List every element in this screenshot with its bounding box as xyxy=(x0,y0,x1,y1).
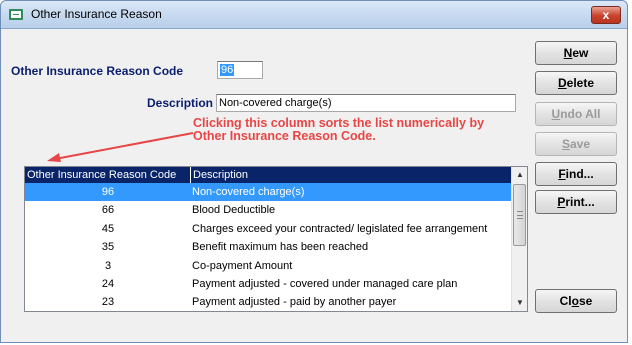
cell-reason-code: 23 xyxy=(101,296,115,309)
grid-header: Other Insurance Reason Code Description xyxy=(25,167,512,183)
cell-reason-code: 96 xyxy=(101,186,115,198)
reason-code-input[interactable]: 96 xyxy=(217,61,263,79)
description-input[interactable]: Non-covered charge(s) xyxy=(216,94,516,112)
cell-reason-code: 35 xyxy=(101,241,115,254)
table-row[interactable]: 66 Blood Deductible xyxy=(25,201,512,219)
table-row[interactable]: 24 Payment adjusted - covered under manag… xyxy=(25,275,512,293)
annotation-arrow-icon xyxy=(47,132,194,162)
cell-description: Payment adjusted - covered under managed… xyxy=(192,277,458,290)
cell-reason-code: 45 xyxy=(101,222,115,235)
scroll-down-icon[interactable]: ▼ xyxy=(512,295,528,311)
window-title: Other Insurance Reason xyxy=(31,7,162,21)
table-row[interactable]: 23 Payment adjusted - paid by another pay… xyxy=(25,293,512,311)
column-header-description[interactable]: Description xyxy=(191,167,512,183)
new-button[interactable]: New xyxy=(535,41,617,65)
title-bar[interactable]: Other Insurance Reason x xyxy=(1,1,627,29)
cell-description: Charges exceed your contracted/ legislat… xyxy=(192,222,488,235)
scroll-up-icon[interactable]: ▲ xyxy=(512,167,528,183)
cell-description: Payment adjusted - paid by another payer xyxy=(192,296,397,309)
cell-description: Non-covered charge(s) xyxy=(192,186,305,198)
grid-rows: 96 Non-covered charge(s) 66 Blood Deductibl… xyxy=(25,183,512,312)
window-app-icon xyxy=(9,9,23,20)
save-button[interactable]: Save xyxy=(535,132,617,156)
scroll-thumb[interactable] xyxy=(513,184,526,246)
sort-annotation: Clicking this column sorts the list nume… xyxy=(193,116,485,143)
undo-all-button[interactable]: Undo All xyxy=(535,102,617,126)
cell-reason-code: 66 xyxy=(101,204,115,217)
vertical-scrollbar[interactable]: ▲ ▼ xyxy=(511,167,527,311)
print-button[interactable]: Print... xyxy=(535,190,617,214)
reason-code-label: Other Insurance Reason Code xyxy=(11,64,184,78)
table-row[interactable]: 3 Co-payment Amount xyxy=(25,257,512,275)
delete-button[interactable]: Delete xyxy=(535,71,617,95)
window-close-button[interactable]: x xyxy=(591,6,621,24)
cell-description: Blood Deductible xyxy=(192,204,276,217)
find-button[interactable]: Find... xyxy=(535,162,617,186)
reason-code-grid[interactable]: Other Insurance Reason Code Description … xyxy=(24,166,528,312)
dialog-window: Other Insurance Reason x Other Insurance… xyxy=(0,0,628,343)
table-row[interactable]: 35 Benefit maximum has been reached xyxy=(25,238,512,256)
table-row[interactable]: 96 Non-covered charge(s) xyxy=(25,183,512,202)
column-header-code[interactable]: Other Insurance Reason Code xyxy=(25,167,191,183)
cell-description: Co-payment Amount xyxy=(192,259,293,272)
cell-reason-code: 3 xyxy=(104,259,112,272)
close-button[interactable]: Close xyxy=(535,289,617,313)
cell-description: Benefit maximum has been reached xyxy=(192,241,369,254)
cell-reason-code: 24 xyxy=(101,277,115,290)
table-row[interactable]: 45 Charges exceed your contracted/ legisl… xyxy=(25,220,512,238)
grip-icon xyxy=(517,211,523,219)
reason-code-value: 96 xyxy=(220,64,235,76)
description-label: Description xyxy=(147,96,214,110)
